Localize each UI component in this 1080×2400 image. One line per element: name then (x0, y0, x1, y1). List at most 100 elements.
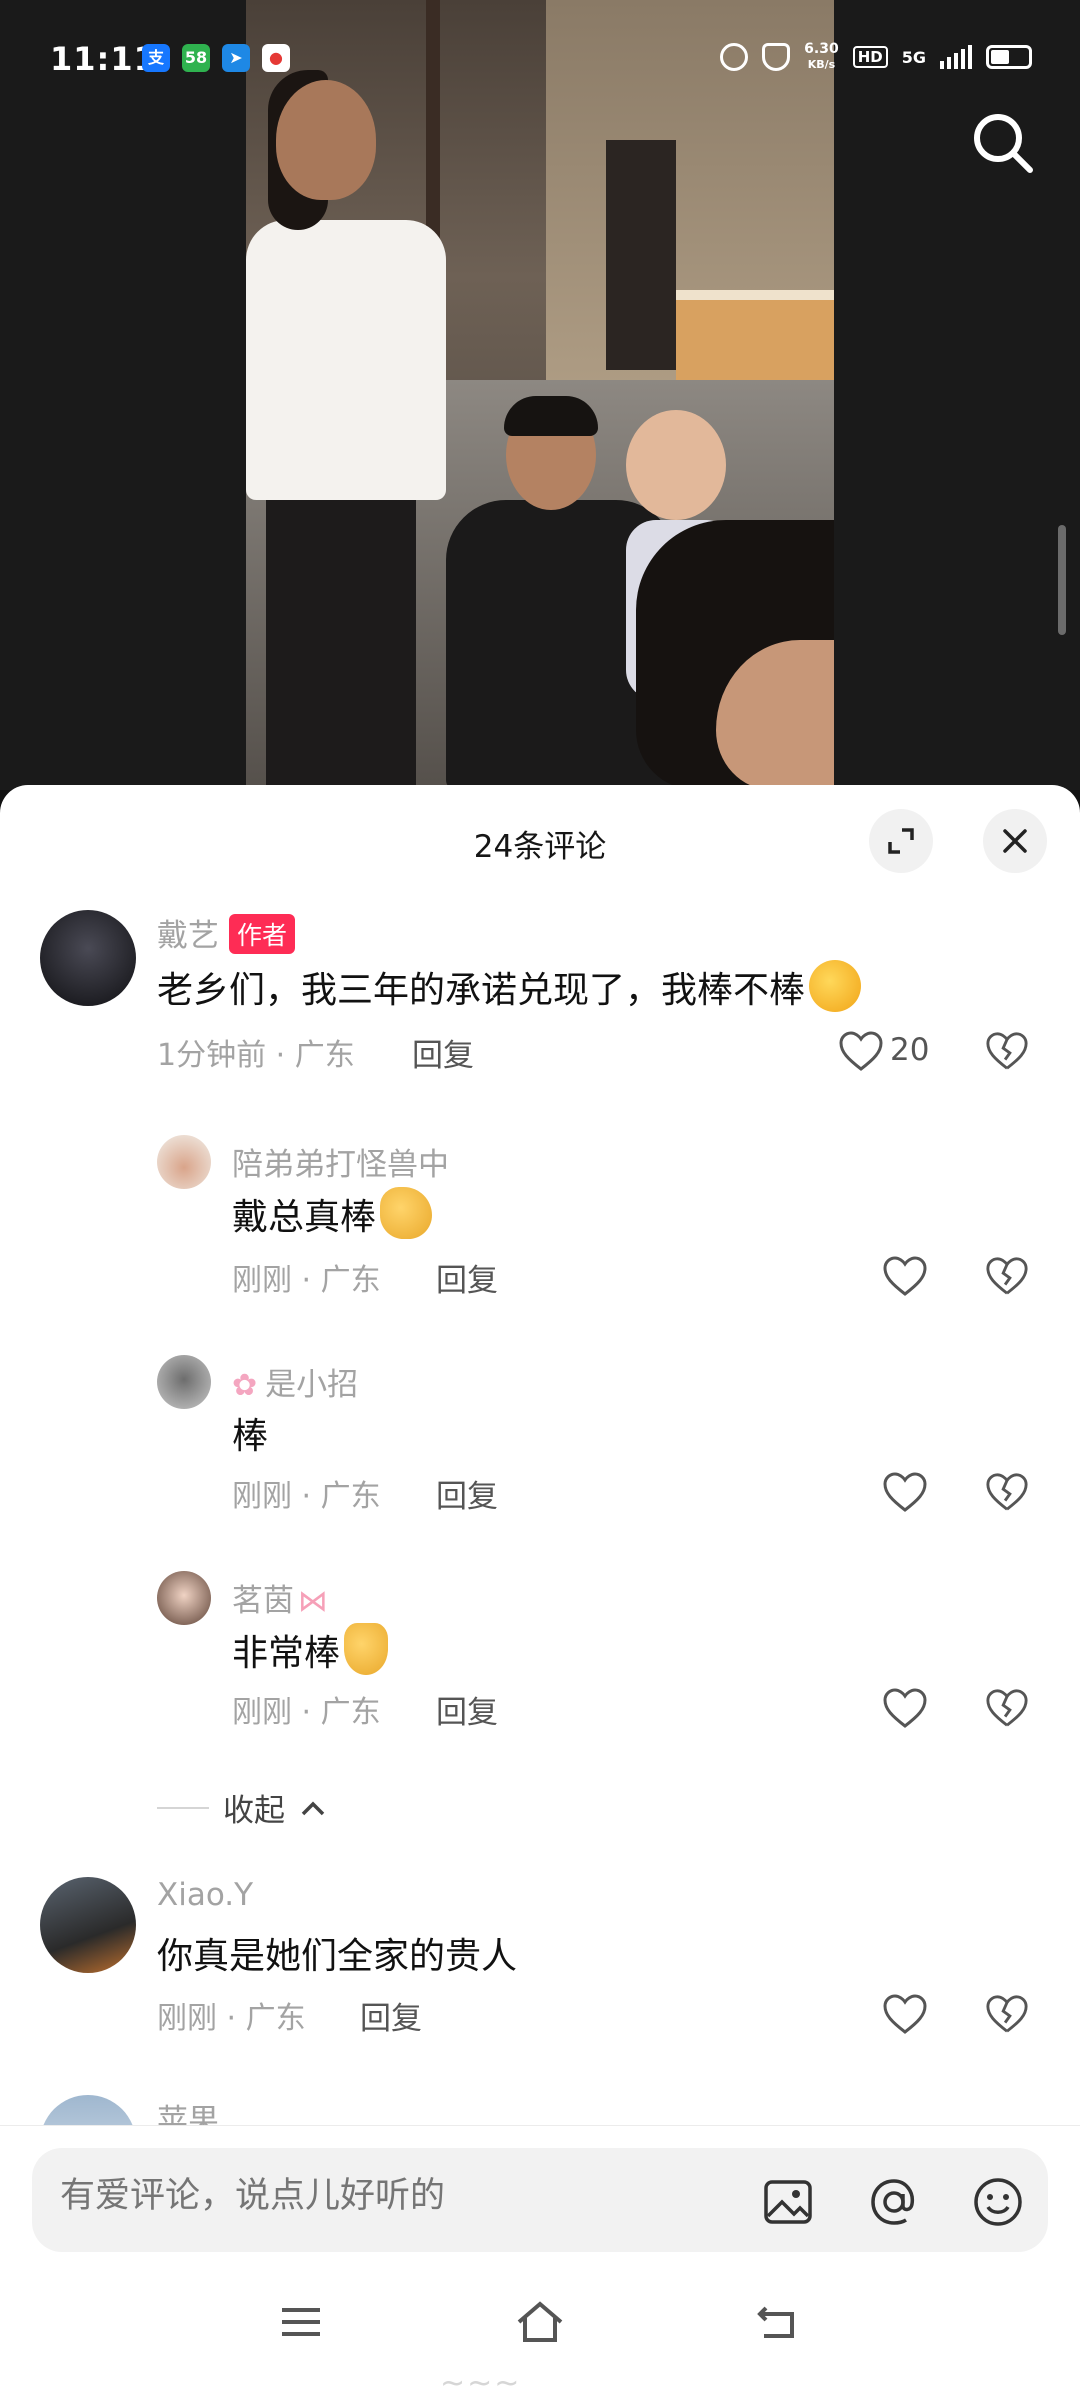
like-button[interactable] (882, 1471, 930, 1515)
system-navigation-bar: ~~~ (0, 2276, 1080, 2400)
collapse-label: 收起 (223, 1793, 285, 1829)
signal-icon (940, 45, 972, 69)
status-bar: 11:11 支 58 ➤ ● 6.30 KB/s HD 5G (0, 0, 1080, 120)
comment-author-row: 戴艺 作者 (157, 910, 296, 955)
at-icon (871, 2179, 915, 2225)
reply-button[interactable]: 回复 (436, 1255, 498, 1300)
comment-author-row: 茗茵 ⋈ (232, 1575, 328, 1620)
back-button[interactable] (752, 2298, 806, 2346)
heart-icon (839, 1031, 883, 1071)
comment-text[interactable]: 你真是她们全家的贵人 (157, 1927, 517, 1979)
thinking-emoji-icon (809, 960, 862, 1012)
thumb-hand-emoji-icon (380, 1187, 433, 1239)
like-button[interactable] (882, 1687, 930, 1731)
status-time: 11:11 (50, 40, 157, 78)
reply-button[interactable]: 回复 (360, 1993, 422, 2038)
close-button[interactable] (983, 809, 1047, 873)
status-notification-icons: 支 58 ➤ ● (142, 44, 290, 72)
reply-button[interactable]: 回复 (412, 1030, 474, 1075)
watermark: ~~~ (440, 2366, 522, 2400)
comment-text[interactable]: 非常棒 (232, 1623, 389, 1676)
like-count: 20 (890, 1032, 930, 1068)
collapse-replies-button[interactable]: 收起 (157, 1785, 327, 1830)
heart-icon (883, 1472, 927, 1512)
heart-icon (883, 1688, 927, 1728)
avatar[interactable] (157, 1571, 211, 1625)
comment-author-name[interactable]: 戴艺 (157, 918, 219, 954)
status-system-icons: 6.30 KB/s HD 5G (720, 42, 1032, 72)
video-person-standing (246, 70, 446, 790)
reply-button[interactable]: 回复 (436, 1471, 498, 1516)
thumbs-up-emoji-icon (344, 1623, 389, 1675)
avatar[interactable] (40, 1877, 136, 1973)
video-background-door (606, 140, 676, 370)
dislike-button[interactable] (985, 1687, 1031, 1731)
comment-text[interactable]: 老乡们，我三年的承诺兑现了，我棒不棒 (157, 960, 862, 1013)
mention-button[interactable] (866, 2174, 922, 2230)
scroll-indicator[interactable] (1058, 525, 1066, 635)
expand-icon (888, 828, 914, 854)
mute-icon (762, 43, 791, 71)
app-58-icon: 58 (182, 44, 210, 72)
comment-input-box[interactable] (32, 2148, 1048, 2252)
heart-icon (883, 1256, 927, 1296)
broken-heart-icon (986, 1257, 1028, 1295)
menu-button[interactable] (274, 2298, 328, 2346)
reply-button[interactable]: 回复 (436, 1687, 498, 1732)
comment-author-name[interactable]: 陪弟弟打怪兽中 (232, 1139, 449, 1184)
avatar[interactable] (40, 910, 136, 1006)
dislike-button[interactable] (985, 1255, 1031, 1299)
flower-icon: ✿ (232, 1368, 258, 1403)
image-button[interactable] (760, 2174, 816, 2230)
alipay-icon: 支 (142, 44, 170, 72)
comment-time-location: 刚刚 · 广东 (232, 1263, 381, 1298)
send-app-icon: ➤ (222, 44, 250, 72)
comment-author-row: ✿ 是小招 (232, 1359, 358, 1404)
network-speed: 6.30 KB/s (804, 41, 839, 72)
record-app-icon: ● (262, 44, 290, 72)
comment-input-bar: ~~~ (0, 2125, 1080, 2400)
battery-icon (986, 45, 1032, 69)
home-icon (517, 2301, 563, 2342)
like-button[interactable] (838, 1030, 886, 1074)
broken-heart-icon (986, 1473, 1028, 1511)
network-type: 5G (901, 47, 926, 67)
like-button[interactable] (882, 1993, 930, 2037)
divider (157, 1806, 209, 1809)
broken-heart-icon (986, 1995, 1028, 2033)
chevron-up-icon (301, 1801, 325, 1815)
bow-icon: ⋈ (298, 1584, 328, 1619)
menu-icon (282, 2308, 320, 2336)
comment-text[interactable]: 戴总真棒 (232, 1187, 433, 1240)
hd-indicator: HD (852, 46, 888, 68)
comment-author-name[interactable]: Xiao.Y (157, 1877, 253, 1913)
broken-heart-icon (986, 1689, 1028, 1727)
comment-text[interactable]: 棒 (232, 1407, 268, 1459)
emoji-icon (974, 2178, 1022, 2226)
comment-author-name[interactable]: 茗茵 (232, 1583, 294, 1619)
expand-button[interactable] (869, 809, 933, 873)
comment-time-location: 刚刚 · 广东 (157, 2001, 306, 2036)
dislike-button[interactable] (985, 1471, 1031, 1515)
search-button[interactable] (968, 108, 1038, 178)
comment-time-location: 刚刚 · 广东 (232, 1695, 381, 1730)
comment-author-name[interactable]: 是小招 (265, 1367, 358, 1403)
heart-icon (883, 1994, 927, 2034)
dislike-button[interactable] (985, 1030, 1031, 1074)
search-icon (974, 114, 1033, 173)
comment-input[interactable] (60, 2176, 700, 2216)
image-icon (764, 2180, 812, 2224)
close-icon (1003, 829, 1027, 853)
author-badge: 作者 (229, 914, 296, 954)
video-player[interactable]: 11:11 支 58 ➤ ● 6.30 KB/s HD 5G (0, 0, 1080, 790)
alarm-icon (720, 43, 749, 71)
avatar[interactable] (157, 1135, 211, 1189)
dislike-button[interactable] (985, 1993, 1031, 2037)
avatar[interactable] (157, 1355, 211, 1409)
home-button[interactable] (513, 2298, 567, 2346)
comment-time-location: 1分钟前 · 广东 (157, 1038, 355, 1073)
comment-time-location: 刚刚 · 广东 (232, 1479, 381, 1514)
comment-sheet: 24条评论 戴艺 作者 老乡们，我三年的承诺兑现了，我棒不棒 1分钟前 · 广东 … (0, 785, 1080, 2400)
emoji-button[interactable] (970, 2174, 1026, 2230)
like-button[interactable] (882, 1255, 930, 1299)
